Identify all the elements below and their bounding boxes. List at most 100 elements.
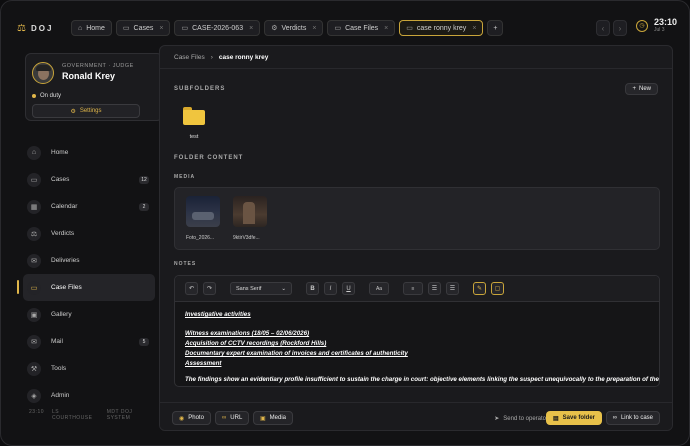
save-folder-button[interactable]: ▤ Save folder xyxy=(545,411,602,425)
text-size-select[interactable]: Aa xyxy=(369,282,389,295)
sidebar-item-label: Gallery xyxy=(51,311,72,318)
tab-case-2026-063[interactable]: ▭ CASE-2026-063 × xyxy=(174,20,261,36)
top-bar: ⚖ DOJ ⌂ Home ▭ Cases × ▭ CASE-2026-063 × ⚙ Ver… xyxy=(9,15,683,41)
tab-label: Home xyxy=(86,24,105,32)
close-icon[interactable]: × xyxy=(472,25,476,32)
close-icon[interactable]: × xyxy=(249,25,253,32)
sidebar: GOVERNMENT · JUDGE Ronald Krey On duty ⚙… xyxy=(17,47,163,431)
sidebar-item-label: Deliveries xyxy=(51,257,80,264)
scales-icon: ⚖ xyxy=(27,226,41,241)
sidebar-item-gallery[interactable]: ▣ Gallery xyxy=(23,301,155,328)
profile-role: GOVERNMENT · JUDGE xyxy=(62,63,134,69)
undo-icon: ↶ xyxy=(188,286,195,292)
italic-button[interactable]: I xyxy=(324,282,337,295)
camera-icon: ◉ xyxy=(179,415,185,422)
underline-button[interactable]: U xyxy=(342,282,355,295)
subfolders-title: SUBFOLDERS xyxy=(174,86,226,92)
sidebar-item-calendar[interactable]: ▦ Calendar 2 xyxy=(23,193,155,220)
link-to-case-button[interactable]: ∞ Link to case xyxy=(605,411,660,425)
folder-icon: ▭ xyxy=(406,25,413,32)
divider xyxy=(160,68,672,69)
tab-case-files[interactable]: ▭ Case Files × xyxy=(327,20,396,36)
sidebar-item-tools[interactable]: ⚒ Tools xyxy=(23,355,155,382)
media-label: Media xyxy=(269,415,287,421)
close-icon[interactable]: × xyxy=(159,25,163,32)
sidebar-item-verdicts[interactable]: ⚖ Verdicts xyxy=(23,220,155,247)
redo-button[interactable]: ↷ xyxy=(203,282,216,295)
highlight-button[interactable]: ✎ xyxy=(473,282,486,295)
notes-content[interactable]: Investigative activities Witness examina… xyxy=(185,310,659,385)
tab-label: Case Files xyxy=(345,24,379,32)
sidebar-item-cases[interactable]: ▭ Cases 12 xyxy=(23,166,155,193)
tab-label: Cases xyxy=(133,24,154,32)
folder-icon: ▭ xyxy=(27,172,41,187)
clock-date: Jul 3 xyxy=(653,27,665,33)
sidebar-item-home[interactable]: ⌂ Home xyxy=(23,139,155,166)
breadcrumb-parent[interactable]: Case Files xyxy=(174,54,205,61)
tab-label: CASE-2026-063 xyxy=(192,24,244,32)
profile-name: Ronald Krey xyxy=(62,71,116,81)
redo-icon: ↷ xyxy=(206,286,213,292)
new-tab-button[interactable]: + xyxy=(487,20,504,36)
media-gallery: Foto_2026... 9ktirV3dfe... xyxy=(174,187,660,250)
subfolder-folder-icon[interactable] xyxy=(183,107,205,125)
tab-cases[interactable]: ▭ Cases × xyxy=(115,20,171,36)
tab-home[interactable]: ⌂ Home xyxy=(71,20,112,36)
breadcrumb-current: case ronny krey xyxy=(218,54,269,61)
folder-icon: ▭ xyxy=(334,25,342,32)
tab-label: case ronny krey xyxy=(416,24,467,32)
text-size-value: Aa xyxy=(375,285,383,292)
new-folder-button[interactable]: + New xyxy=(625,83,658,95)
italic-icon: I xyxy=(329,285,332,292)
link-icon: ∞ xyxy=(222,415,227,421)
align-icon: ≡ xyxy=(411,285,415,292)
media-button[interactable]: ▣ Media xyxy=(253,411,294,425)
send-icon: ➤ xyxy=(494,416,500,422)
notes-editor[interactable]: ↶ ↷ Sans Serif ⌄ B I U Aa ≡ ☰ ☰ ✎ ▢ Inves… xyxy=(174,275,660,387)
close-icon[interactable]: × xyxy=(384,25,388,32)
breadcrumb: Case Files › case ronny krey xyxy=(174,54,268,61)
ordered-list-button[interactable]: ☰ xyxy=(428,282,441,295)
main-panel: Case Files › case ronny krey SUBFOLDERS … xyxy=(159,45,673,431)
align-select[interactable]: ≡ xyxy=(403,282,423,295)
sidebar-item-mail[interactable]: ✉ Mail 5 xyxy=(23,328,155,355)
photo-button[interactable]: ◉ Photo xyxy=(172,411,211,425)
font-value: Sans Serif xyxy=(236,285,262,292)
folder-icon: ▭ xyxy=(27,280,41,295)
tab-case-ronny-krey[interactable]: ▭ case ronny krey × xyxy=(399,20,484,36)
gear-icon: ⚙ xyxy=(70,108,76,115)
sidebar-item-case-files[interactable]: ▭ Case Files xyxy=(17,274,155,301)
forward-button[interactable]: › xyxy=(613,20,627,36)
shield-icon: ◈ xyxy=(27,388,41,403)
send-to-operator-button[interactable]: ➤ Send to operator xyxy=(494,415,548,423)
sidebar-item-admin[interactable]: ◈ Admin xyxy=(23,382,155,409)
media-thumbnail[interactable] xyxy=(233,196,267,227)
tab-label: Verdicts xyxy=(281,24,307,32)
note-button[interactable]: ▢ xyxy=(491,282,504,295)
notes-paragraph: The findings show an evidentiary profile… xyxy=(185,376,659,383)
save-icon: ▤ xyxy=(552,415,559,422)
home-icon: ⌂ xyxy=(27,145,41,160)
image-icon: ▣ xyxy=(260,415,266,422)
url-button[interactable]: ∞ URL xyxy=(215,411,250,425)
bold-button[interactable]: B xyxy=(306,282,319,295)
sidebar-item-deliveries[interactable]: ✉ Deliveries xyxy=(23,247,155,274)
settings-label: Settings xyxy=(79,108,102,114)
save-label: Save folder xyxy=(562,415,595,421)
settings-button[interactable]: ⚙ Settings xyxy=(32,104,140,118)
media-thumbnail[interactable] xyxy=(186,196,220,227)
sidebar-footer: 23:10 LS COURTHOUSE MDT DOJ SYSTEM xyxy=(29,409,155,421)
footer-system: MDT DOJ SYSTEM xyxy=(106,409,133,421)
count-badge: 12 xyxy=(139,175,149,184)
bullet-list-button[interactable]: ☰ xyxy=(446,282,459,295)
scales-icon: ⚖ xyxy=(17,22,26,34)
close-icon[interactable]: × xyxy=(312,25,316,32)
tab-verdicts[interactable]: ⚙ Verdicts × xyxy=(264,20,324,36)
wrench-icon: ⚒ xyxy=(27,361,41,376)
undo-button[interactable]: ↶ xyxy=(185,282,198,295)
back-button[interactable]: ‹ xyxy=(596,20,610,36)
sidebar-item-label: Verdicts xyxy=(51,230,75,237)
font-select[interactable]: Sans Serif ⌄ xyxy=(230,282,292,295)
subfolder-label: test xyxy=(189,134,199,140)
notes-line: Witness examinations (18/05 – 02/06/2026… xyxy=(185,330,310,337)
